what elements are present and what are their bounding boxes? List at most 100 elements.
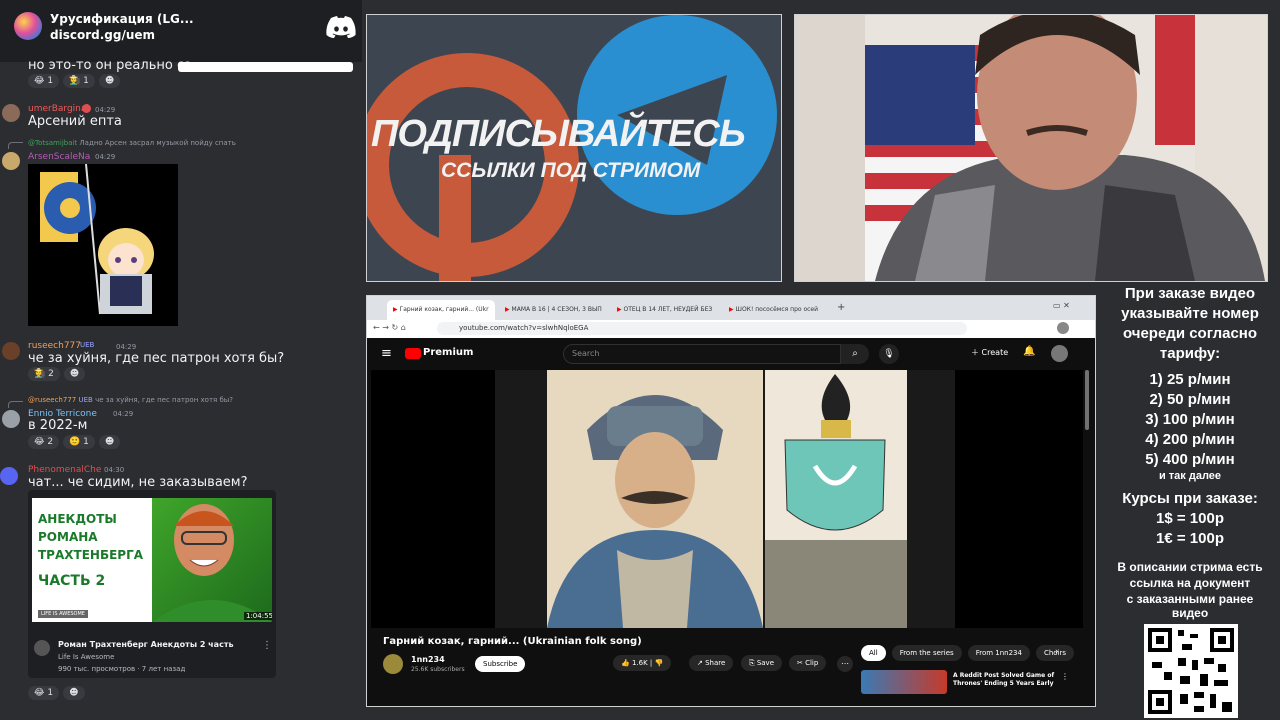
- save-button[interactable]: ⎘ Save: [741, 655, 783, 671]
- timestamp: 04:29: [95, 106, 116, 114]
- tariff-etc: и так далее: [1158, 470, 1222, 482]
- more-options-icon[interactable]: ⋮: [262, 640, 272, 651]
- invite-link[interactable]: discord.gg/uem: [50, 28, 155, 42]
- qr-code-icon[interactable]: [1144, 624, 1238, 718]
- discord-chat-overlay: Урусификация (LG... discord.gg/uem но эт…: [0, 0, 362, 720]
- chip-from-channel[interactable]: From 1nn234: [967, 645, 1030, 661]
- reply-preview: @ruseech777 UEB че за хуйня, где пес пат…: [28, 396, 233, 404]
- search-input[interactable]: Search: [563, 344, 841, 364]
- man-portrait-image: [152, 504, 272, 622]
- reaction[interactable]: 👨‍🌾 1: [63, 74, 95, 88]
- share-button[interactable]: ↗ Share: [689, 655, 734, 671]
- embed-channel[interactable]: Life Is Awesome: [58, 653, 114, 661]
- embed-video-title[interactable]: Роман Трахтенберг Анекдоты 2 часть: [58, 640, 234, 649]
- scrollbar[interactable]: [1085, 370, 1089, 430]
- video-player[interactable]: [371, 370, 1083, 628]
- description-line: с заказанными ранее: [1126, 592, 1254, 606]
- tab-title: Гарний козак, гарний... (Ukr: [399, 306, 489, 313]
- share-label: Share: [705, 659, 726, 667]
- chevron-right-icon[interactable]: ›: [1055, 647, 1059, 657]
- microphone-icon[interactable]: 🎙: [879, 344, 899, 364]
- thumbnail-line: ТРАХТЕНБЕРГА: [38, 548, 144, 562]
- nav-arrows-icon[interactable]: ← → ↻ ⌂: [373, 323, 406, 332]
- description-line: видео: [1171, 606, 1209, 620]
- suggested-video-title[interactable]: A Reddit Post Solved Game of Thrones' En…: [953, 672, 1057, 692]
- browser-tab[interactable]: ▶ ОТЕЦ В 14 ЛЕТ, НЕУДЕЙ БЕЗ: [611, 300, 719, 320]
- tariff-line: 5) 400 р/мин: [1145, 451, 1235, 468]
- reactions-row: 🧑‍🌾 2 ☻: [28, 367, 86, 381]
- reaction[interactable]: 🧑‍🌾 2: [28, 367, 60, 381]
- youtube-brand[interactable]: Premium: [423, 347, 473, 358]
- recommendation-chips: All From the series From 1nn234 Choirs: [861, 645, 1075, 661]
- browser-tab[interactable]: ▶ МАМА В 16 | 4 СЕЗОН, 3 ВЫП: [499, 300, 607, 320]
- chip-all[interactable]: All: [861, 645, 886, 661]
- search-icon[interactable]: ⌕: [841, 344, 869, 364]
- tariff-line: 2) 50 р/мин: [1149, 391, 1231, 408]
- timestamp: 04:30: [104, 466, 125, 474]
- hamburger-menu-icon[interactable]: ≡: [381, 346, 392, 361]
- suggested-video-thumbnail[interactable]: [861, 670, 947, 694]
- add-reaction-icon[interactable]: ☻: [98, 435, 121, 449]
- avatar: [2, 152, 20, 170]
- suggested-more-icon[interactable]: ⋮: [1061, 672, 1069, 681]
- reply-text[interactable]: че за хуйня, где пес патрон хотя бы?: [95, 396, 233, 404]
- reply-text[interactable]: Ладно Арсен засрал музыкой пойду спать: [79, 139, 235, 147]
- thumbnail-text: АНЕКДОТЫ РОМАНА ТРАХТЕНБЕРГА ЧАСТЬ 2: [38, 510, 143, 590]
- video-duration: 1:04:55: [244, 612, 272, 620]
- youtube-favicon-icon: ▶: [729, 306, 734, 313]
- channel-avatar: [34, 640, 50, 656]
- reply-username[interactable]: @Totsamijbait: [28, 139, 77, 147]
- youtube-header: ≡ Premium Search ⌕ 🎙 ＋ Create 🔔: [367, 338, 1095, 370]
- add-reaction-icon[interactable]: ☻: [63, 367, 86, 381]
- account-avatar[interactable]: [1051, 345, 1068, 362]
- window-controls[interactable]: ▭ ✕: [1053, 301, 1070, 310]
- tag-badge: UEB: [80, 341, 95, 349]
- reactions-row: 😂 1 ☻: [28, 686, 85, 700]
- video-thumbnail[interactable]: АНЕКДОТЫ РОМАНА ТРАХТЕНБЕРГА ЧАСТЬ 2 LIF…: [32, 498, 272, 622]
- url-field[interactable]: youtube.com/watch?v=slwhNqloEGA: [437, 322, 967, 335]
- browser-tab-active[interactable]: ▶ Гарний козак, гарний... (Ukr: [387, 300, 495, 320]
- message-highlight: [178, 62, 353, 72]
- save-label: Save: [756, 659, 775, 667]
- tab-title: МАМА В 16 | 4 СЕЗОН, 3 ВЫП: [511, 306, 602, 313]
- info-line: указывайте номер: [1121, 305, 1259, 322]
- tab-title: ШОК! пососёмся про осей: [735, 306, 819, 313]
- browser-tab[interactable]: ▶ ШОК! пососёмся про осей: [723, 300, 831, 320]
- reply-username[interactable]: @ruseech777: [28, 396, 76, 404]
- course-line: 1$ = 100р: [1156, 510, 1224, 527]
- add-reaction-icon[interactable]: ☻: [98, 74, 121, 88]
- avatar: [0, 467, 18, 485]
- profile-icon[interactable]: [1057, 322, 1069, 334]
- more-actions-icon[interactable]: ⋯: [837, 656, 853, 672]
- username[interactable]: PhenomenalChe: [28, 465, 101, 475]
- tab-title: ОТЕЦ В 14 ЛЕТ, НЕУДЕЙ БЕЗ: [623, 306, 713, 313]
- chip-from-series[interactable]: From the series: [891, 645, 962, 661]
- like-button[interactable]: 👍 1.6K | 👎: [613, 655, 672, 671]
- reaction[interactable]: 😂 2: [28, 435, 60, 449]
- reaction[interactable]: 😂 1: [28, 74, 60, 88]
- channel-avatar[interactable]: [383, 654, 403, 674]
- channel-name[interactable]: 1nn234: [411, 655, 445, 664]
- discord-logo-icon: [326, 16, 356, 38]
- attached-image[interactable]: [28, 164, 178, 326]
- new-tab-button[interactable]: +: [837, 302, 845, 313]
- video-embed[interactable]: АНЕКДОТЫ РОМАНА ТРАХТЕНБЕРГА ЧАСТЬ 2 LIF…: [28, 490, 276, 678]
- reaction[interactable]: 🙂 1: [63, 435, 95, 449]
- youtube-favicon-icon: ▶: [617, 306, 622, 313]
- avatar: [2, 410, 20, 428]
- notifications-bell-icon[interactable]: 🔔: [1023, 346, 1035, 357]
- username[interactable]: ruseech777: [28, 341, 81, 351]
- username[interactable]: ArsenScaleNa: [28, 152, 90, 162]
- clip-label: Clip: [805, 659, 819, 667]
- create-button[interactable]: ＋ Create: [971, 347, 1008, 358]
- timestamp: 04:29: [113, 410, 134, 418]
- username[interactable]: umerBarginal: [28, 104, 89, 114]
- subscribe-button[interactable]: Subscribe: [475, 656, 526, 672]
- clip-button[interactable]: ✂ Clip: [789, 655, 827, 671]
- discord-header: Урусификация (LG... discord.gg/uem: [0, 0, 362, 62]
- promo-banner: ПОДПИСЫВАЙТЕСЬ ССЫЛКИ ПОД СТРИМОМ: [366, 14, 782, 282]
- webcam-image: [795, 15, 1267, 281]
- reaction[interactable]: 😂 1: [28, 686, 60, 700]
- video-title: Гарний козак, гарний... (Ukrainian folk …: [383, 636, 642, 647]
- add-reaction-icon[interactable]: ☻: [63, 686, 85, 700]
